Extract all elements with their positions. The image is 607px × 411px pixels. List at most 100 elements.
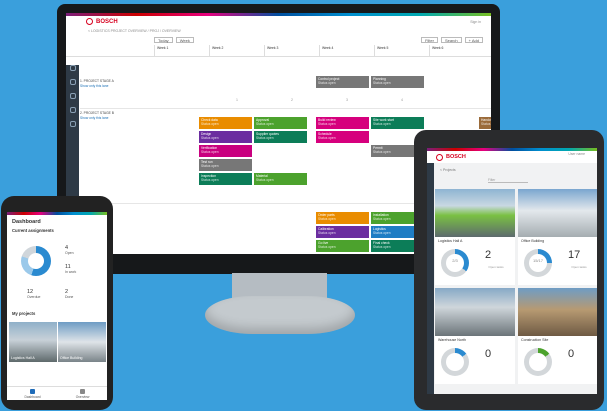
project-tile[interactable]: Logistics Hall A xyxy=(9,322,57,362)
lane-link[interactable]: Show only this lane xyxy=(80,116,154,121)
week-header: Week 2 xyxy=(209,45,264,56)
task-card[interactable]: Approval Status open xyxy=(254,117,307,129)
lane-link[interactable]: Show only this lane xyxy=(80,84,154,89)
task-card[interactable]: Calibration Status open xyxy=(316,226,369,238)
week-header: Week 3 xyxy=(264,45,319,56)
home-icon xyxy=(30,389,36,394)
project-tile-caption: Office Building xyxy=(60,356,83,360)
project-card[interactable]: Logistics Hall A 2/3 2 Open tasks xyxy=(435,189,515,285)
task-card-status: Status open xyxy=(373,81,391,85)
calendar-icon[interactable] xyxy=(69,93,76,99)
task-card-status: Status open xyxy=(256,136,274,140)
tablet-sidebar xyxy=(427,163,434,394)
project-card[interactable]: Warehouse North 0 xyxy=(435,288,515,384)
task-card[interactable]: Go live Status open xyxy=(316,240,369,252)
nav-dashboard[interactable]: Dashboard xyxy=(25,389,41,400)
task-card[interactable]: Design Status open xyxy=(199,131,252,143)
project-card-image xyxy=(435,288,515,336)
smartphone: Dashboard Current assignments 4 Open 11 In… xyxy=(1,196,113,410)
stat-overdue: 12 Overdue xyxy=(27,289,41,300)
week-header: Week 4 xyxy=(319,45,374,56)
task-card[interactable]: Verification Status open xyxy=(199,145,252,157)
week-button[interactable]: Week xyxy=(175,37,194,43)
task-card-status: Status open xyxy=(318,136,336,140)
open-count: 2 xyxy=(485,249,492,261)
task-card-status: Status open xyxy=(481,122,491,126)
lane-label: 1. PROJECT STAGE A Show only this lane xyxy=(80,79,154,89)
phone-title: Dashboard xyxy=(12,219,41,225)
task-card-status: Status open xyxy=(318,217,336,221)
task-card[interactable]: Inspection Status open xyxy=(199,173,252,185)
tablet-screen: BOSCH User name < Projects Filter Logist… xyxy=(427,148,597,394)
search-button[interactable]: Search xyxy=(440,37,462,43)
project-card[interactable]: Office Building 15/17 17 Open tasks xyxy=(518,189,597,285)
chart-icon[interactable] xyxy=(69,107,76,113)
list-icon[interactable] xyxy=(69,79,76,85)
add-button[interactable]: + Add xyxy=(464,37,483,43)
task-card-status: Status open xyxy=(201,136,219,140)
bosch-logo-icon xyxy=(436,153,443,161)
open-count: 0 xyxy=(485,348,492,360)
phone-bottom-nav: Dashboard Overview xyxy=(7,386,107,400)
task-card[interactable]: Planning Status open xyxy=(371,76,424,88)
open-count: 17 xyxy=(568,249,581,261)
stat-open: 4 Open xyxy=(65,245,74,256)
task-card[interactable]: Build review Status open xyxy=(316,117,369,129)
project-card-image xyxy=(518,288,597,336)
list-icon xyxy=(80,389,86,394)
project-card-name: Construction Site xyxy=(521,338,549,342)
monitor-base xyxy=(205,296,355,334)
page-number[interactable]: 1 xyxy=(236,98,238,102)
phone-section-title: My projects xyxy=(12,311,36,316)
stat-label: Overdue xyxy=(27,295,41,299)
breadcrumb[interactable]: < LOGISTICS PROJECT OVERVIEW / PROJ / OV… xyxy=(66,27,491,35)
week-header: Week 5 xyxy=(374,45,429,56)
filter-button[interactable]: Filter xyxy=(421,37,438,43)
project-card-image xyxy=(518,189,597,237)
lane-divider xyxy=(80,108,491,109)
project-tile-caption: Logistics Hall A xyxy=(11,356,35,360)
nav-overview[interactable]: Overview xyxy=(76,389,89,400)
week-header: Week 6 xyxy=(429,45,484,56)
week-header-row: Week 1 Week 2 Week 3 Week 4 Week 5 Week … xyxy=(66,45,491,57)
task-card[interactable]: Material Status open xyxy=(254,173,307,185)
lane-label: 2. PROJECT STAGE B Show only this lane xyxy=(80,111,154,121)
tablet-user[interactable]: User name xyxy=(568,152,585,156)
desktop-toolbar: Today Week Filter Search + Add xyxy=(66,35,491,45)
week-header: Week 1 xyxy=(154,45,209,56)
stat-label: In work xyxy=(65,270,77,274)
today-button[interactable]: Today xyxy=(154,37,173,43)
task-card[interactable]: Supplier quotes Status open xyxy=(254,131,307,143)
desktop-header: BOSCH Sign in xyxy=(66,16,491,27)
tablet-brand: BOSCH xyxy=(446,154,466,160)
tablet-breadcrumb[interactable]: < Projects xyxy=(440,168,456,172)
task-card-status: Status open xyxy=(318,122,336,126)
task-card-status: Status open xyxy=(256,178,274,182)
project-card[interactable]: Construction Site 0 xyxy=(518,288,597,384)
page-number[interactable]: 2 xyxy=(291,98,293,102)
task-card[interactable]: HandoverStatus open xyxy=(479,117,491,129)
desktop-user[interactable]: Sign in xyxy=(470,20,481,24)
task-card[interactable]: Site work start Status open xyxy=(371,117,424,129)
open-count-label: Open tasks xyxy=(488,265,504,269)
task-card-status: Status open xyxy=(318,81,336,85)
page-number[interactable]: 3 xyxy=(346,98,348,102)
progress-ring-value: 2/3 xyxy=(452,258,458,263)
progress-ring xyxy=(441,249,469,277)
page-number[interactable]: 4 xyxy=(401,98,403,102)
open-count-label: Open tasks xyxy=(571,265,587,269)
home-icon[interactable] xyxy=(69,65,76,71)
task-card[interactable]: Test run Status open xyxy=(199,159,252,171)
task-card[interactable]: Schedule Status open xyxy=(316,131,369,143)
nav-label: Dashboard xyxy=(24,395,41,399)
task-card[interactable]: Control project Status open xyxy=(316,76,369,88)
project-card-name: Warehouse North xyxy=(438,338,467,342)
task-card[interactable]: Check data Status open xyxy=(199,117,252,129)
stat-done: 2 Done xyxy=(65,289,74,300)
tablet-filter-input[interactable]: Filter xyxy=(488,178,528,183)
project-tile[interactable]: Office Building xyxy=(58,322,106,362)
settings-icon[interactable] xyxy=(69,121,76,127)
progress-ring xyxy=(524,348,552,376)
stat-label: Done xyxy=(65,295,74,299)
task-card[interactable]: Order parts Status open xyxy=(316,212,369,224)
